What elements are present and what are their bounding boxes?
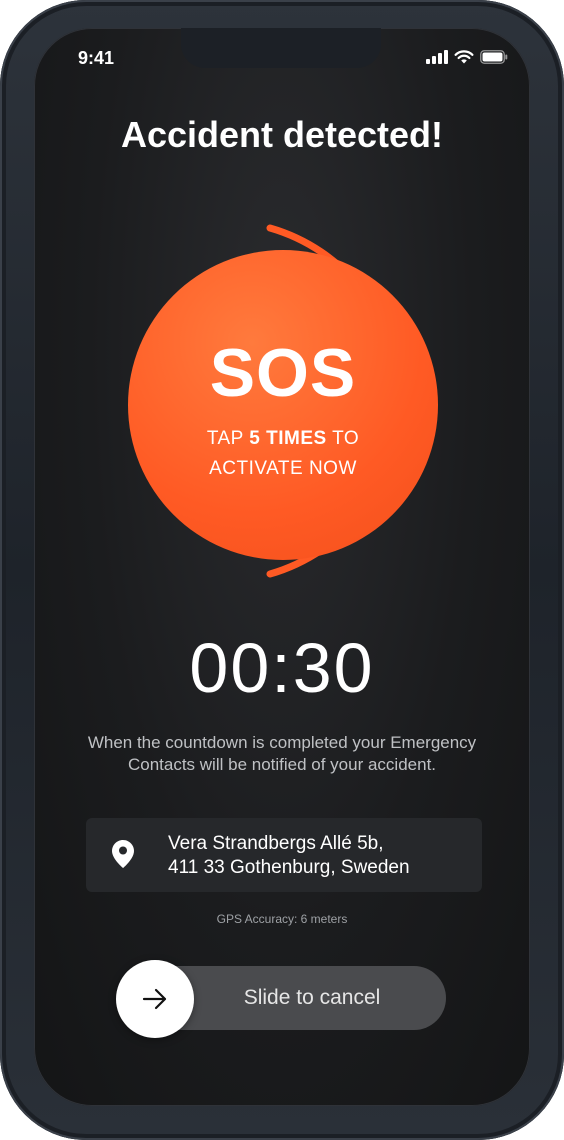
address-line2: 411 33 Gothenburg, Sweden [168, 857, 410, 878]
location-card: Vera Strandbergs Allé 5b, 411 33 Gothenb… [86, 818, 482, 892]
sos-line1-bold: 5 TIMES [249, 428, 327, 449]
sos-label: SOS [209, 335, 357, 411]
sos-instructions: TAP 5 TIMES TO ACTIVATE NOW [128, 424, 438, 484]
arrow-right-icon [142, 988, 167, 1010]
countdown-timer: 00:30 [189, 629, 375, 707]
countdown-ring [266, 224, 404, 578]
sos-button[interactable]: SOS TAP 5 TIMES TO ACTIVATE NOW [128, 250, 438, 560]
phone-frame: 9:41 Accident detected! SOS TAP 5 TIMES … [0, 0, 564, 1140]
address: Vera Strandbergs Allé 5b, 411 33 Gothenb… [168, 832, 410, 880]
sos-line1-pre: TAP [206, 428, 250, 449]
location-pin-icon [112, 840, 134, 868]
sos-line2: ACTIVATE NOW [209, 458, 357, 479]
info-text: When the countdown is completed your Eme… [87, 733, 477, 774]
gps-accuracy: GPS Accuracy: 6 meters [216, 912, 348, 926]
screen: 9:41 Accident detected! SOS TAP 5 TIMES … [34, 28, 530, 1106]
address-line1: Vera Strandbergs Allé 5b, [168, 833, 384, 854]
slide-to-cancel-handle[interactable] [116, 960, 194, 1038]
sos-line1-post: TO [326, 428, 360, 449]
